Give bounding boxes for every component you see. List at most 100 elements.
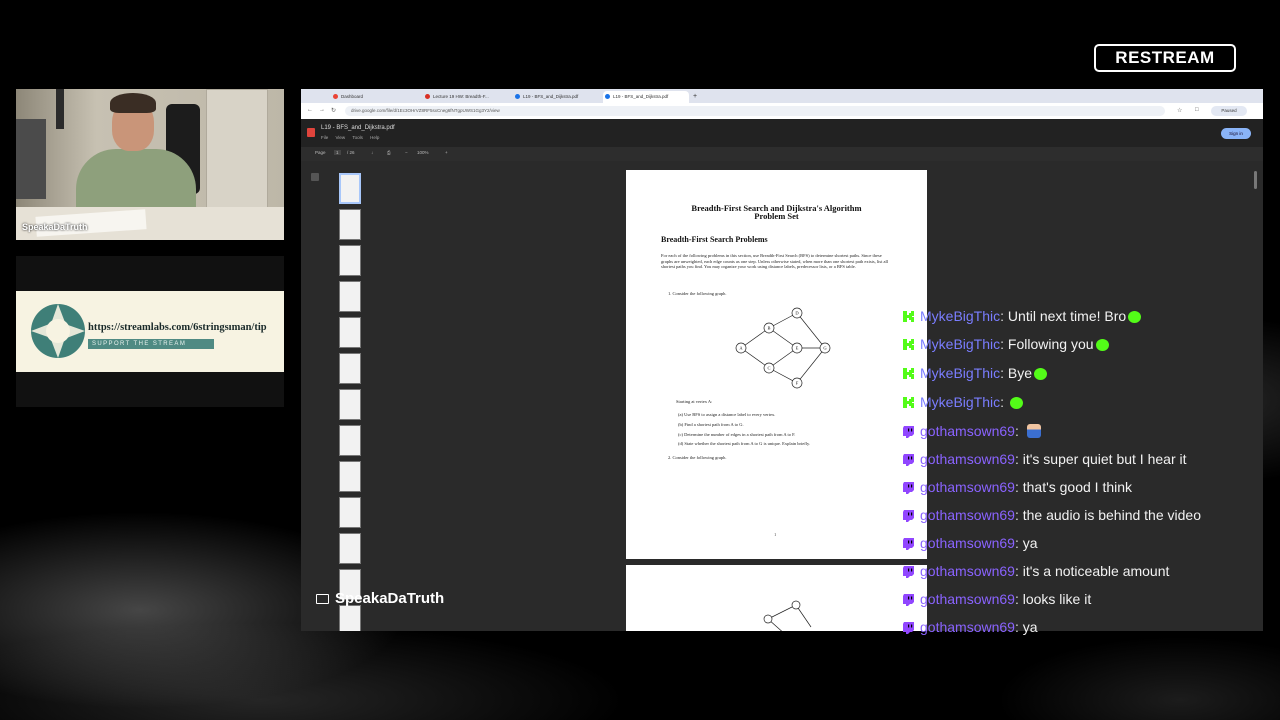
- thumbnail-page[interactable]: [339, 605, 361, 631]
- tab-label: Lecture 19 HW: Breadth-F...: [433, 94, 489, 99]
- download-icon[interactable]: ↓: [371, 150, 373, 155]
- chat-text: it's super quiet but I hear it: [1022, 451, 1187, 467]
- thumbnail-page[interactable]: [339, 317, 361, 348]
- zoom-out-icon[interactable]: −: [405, 150, 408, 155]
- part-b: (b) Find a shortest path from A to G.: [678, 422, 744, 427]
- thumbnail-page[interactable]: [339, 353, 361, 384]
- webcam-person-hair: [110, 93, 156, 113]
- emote-icon: [1128, 311, 1142, 323]
- chat-separator: :: [1000, 394, 1008, 410]
- chat-text: the audio is behind the video: [1022, 507, 1201, 523]
- print-icon[interactable]: ⎙: [387, 150, 391, 155]
- tab-2[interactable]: L19 - BFS_and_Dijkstra.pdf: [513, 91, 599, 103]
- chat-message: MykeBigThic: Following you: [902, 333, 1109, 355]
- node-label: C: [767, 366, 770, 371]
- chat-text: ya: [1022, 619, 1038, 635]
- tab-favicon-icon: [425, 94, 430, 99]
- chat-message: MykeBigThic: Until next time! Bro: [902, 305, 1142, 327]
- chat-username: gothamsown69: [920, 507, 1015, 523]
- chat-message: gothamsown69: that's good I think: [902, 476, 1132, 498]
- new-tab-button[interactable]: +: [691, 91, 703, 103]
- chat-text: it's a noticeable amount: [1022, 563, 1170, 579]
- section-heading: Breadth-First Search Problems: [661, 235, 768, 244]
- chat-separator: :: [1014, 423, 1023, 439]
- webcam-door: [206, 89, 268, 221]
- page-number-input[interactable]: 1: [334, 150, 341, 155]
- webcam-lamp: [56, 89, 64, 129]
- graph-node: [763, 614, 773, 624]
- sign-in-button[interactable]: Sign in: [1221, 128, 1251, 139]
- thumbnail-page[interactable]: [339, 209, 361, 240]
- thumbnail-page[interactable]: [339, 425, 361, 456]
- page-number: 1: [774, 532, 777, 537]
- tab-search-icon[interactable]: □: [1195, 107, 1199, 113]
- emote-icon: [1009, 397, 1023, 409]
- bookmark-star-icon[interactable]: ☆: [1177, 107, 1182, 114]
- intro-paragraph: For each of the following problems in th…: [661, 253, 888, 269]
- tip-banner[interactable]: https://streamlabs.com/6stringsıman/tip …: [16, 291, 284, 372]
- twitch-icon: [903, 510, 914, 522]
- title-line-2: Problem Set: [754, 211, 799, 221]
- kick-icon: [903, 397, 914, 408]
- aperture-logo-icon: [31, 304, 85, 358]
- forward-icon[interactable]: →: [319, 107, 325, 113]
- thumbnail-page[interactable]: [339, 533, 361, 564]
- tip-url[interactable]: https://streamlabs.com/6stringsıman/tip: [88, 322, 267, 333]
- tab-1[interactable]: Lecture 19 HW: Breadth-F...: [423, 91, 509, 103]
- scrollbar-thumb[interactable]: [1254, 171, 1257, 189]
- tab-3-active[interactable]: L19 - BFS_and_Dijkstra.pdf: [603, 91, 689, 103]
- thumbnail-page[interactable]: [339, 173, 361, 204]
- twitch-icon: [903, 482, 914, 494]
- chat-message: gothamsown69:: [902, 420, 1041, 442]
- chat-message: MykeBigThic: Bye: [902, 362, 1048, 384]
- chat-separator: :: [1000, 365, 1008, 381]
- chat-text: Following you: [1007, 336, 1094, 352]
- screen-share-label: SpeakaDaTruth: [316, 590, 444, 607]
- pdf-menu[interactable]: File View Tools Help: [321, 135, 379, 140]
- chat-separator: :: [1014, 507, 1023, 523]
- thumbnail-page[interactable]: [339, 245, 361, 276]
- tab-0[interactable]: Dashboard: [331, 91, 417, 103]
- tab-label: L19 - BFS_and_Dijkstra.pdf: [523, 94, 579, 99]
- chat-username: gothamsown69: [920, 479, 1015, 495]
- emote-icon: [1034, 368, 1048, 380]
- thumbnail-sidebar-icon[interactable]: [311, 173, 319, 181]
- reload-icon[interactable]: ↻: [331, 107, 336, 114]
- thumbnail-page[interactable]: [339, 389, 361, 420]
- chat-separator: :: [1014, 479, 1023, 495]
- chat-separator: :: [1014, 563, 1023, 579]
- chat-separator: :: [1014, 619, 1023, 635]
- pdf-file-icon: [307, 128, 315, 137]
- page-total: / 26: [347, 150, 355, 155]
- thumbnail-page[interactable]: [339, 497, 361, 528]
- page-label: Page: [315, 150, 326, 155]
- chat-username: MykeBigThic: [920, 308, 1001, 324]
- webcam-name-tag: SpeakaDaTruth: [22, 222, 88, 232]
- pdf-toolbar: Page 1 / 26 ↓ ⎙ − 100% +: [301, 147, 1263, 161]
- graph-figure-2: [763, 600, 812, 631]
- url-input[interactable]: drive.google.com/file/d/1Ec3OHrVZ8RF5sxC…: [345, 106, 1165, 116]
- person-emoji-icon: [1026, 424, 1041, 438]
- streamer-name: SpeakaDaTruth: [335, 590, 445, 607]
- chat-text: Bye: [1007, 365, 1033, 381]
- chat-message: gothamsown69: the audio is behind the vi…: [902, 504, 1201, 526]
- chat-message: gothamsown69: it's super quiet but I hea…: [902, 448, 1187, 470]
- pdf-viewer-header: L19 - BFS_and_Dijkstra.pdf File View Too…: [301, 119, 1263, 147]
- twitch-icon: [903, 538, 914, 550]
- profile-button[interactable]: Paused: [1211, 106, 1247, 116]
- thumbnail-page[interactable]: [339, 461, 361, 492]
- thumbnail-page[interactable]: [339, 281, 361, 312]
- chat-message: gothamsown69: looks like it: [902, 588, 1091, 610]
- back-icon[interactable]: ←: [307, 107, 313, 113]
- chat-username: MykeBigThic: [920, 365, 1001, 381]
- graph-figure: A B C D E F G: [735, 307, 831, 389]
- zoom-in-icon[interactable]: +: [445, 150, 448, 155]
- monitor-icon: [316, 593, 329, 604]
- address-bar-row: ← → ↻ drive.google.com/file/d/1Ec3OHrVZ8…: [301, 103, 1263, 119]
- tab-bar: Dashboard Lecture 19 HW: Breadth-F... L1…: [301, 89, 1263, 103]
- chat-username: MykeBigThic: [920, 336, 1001, 352]
- chat-separator: :: [1000, 308, 1008, 324]
- part-c: (c) Determine the number of edges in a s…: [678, 432, 796, 437]
- question-2: 2. Consider the following graph.: [668, 455, 727, 460]
- pdf-title: L19 - BFS_and_Dijkstra.pdf: [321, 125, 395, 131]
